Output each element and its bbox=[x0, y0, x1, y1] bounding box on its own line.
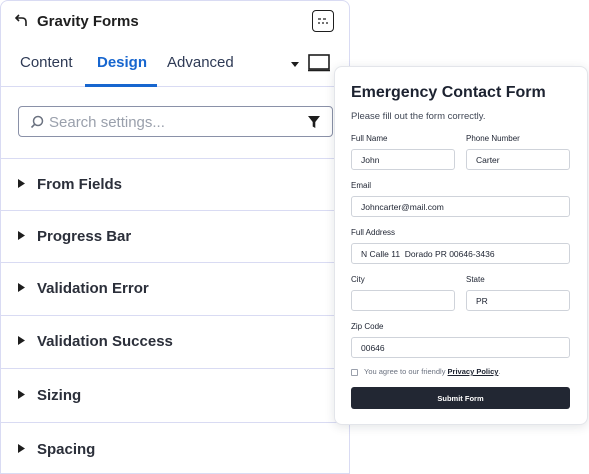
caret-right-icon bbox=[18, 336, 25, 345]
accordion-label: Validation Success bbox=[37, 333, 173, 350]
phone-input[interactable] bbox=[466, 149, 570, 170]
email-input[interactable] bbox=[351, 196, 570, 217]
caret-right-icon bbox=[18, 179, 25, 188]
address-label: Full Address bbox=[351, 228, 396, 237]
panel-tabs: Content Design Advanced bbox=[1, 45, 349, 87]
sliders-icon bbox=[318, 18, 328, 24]
consent-suffix: . bbox=[498, 367, 501, 376]
privacy-policy-link[interactable]: Privacy Policy bbox=[448, 367, 499, 376]
tab-advanced[interactable]: Advanced bbox=[167, 54, 234, 71]
active-tab-indicator bbox=[85, 84, 157, 87]
search-icon bbox=[30, 115, 44, 129]
zip-label: Zip Code bbox=[351, 322, 384, 331]
settings-panel: Gravity Forms Content Design Advanced Se… bbox=[0, 0, 350, 474]
address-input[interactable] bbox=[351, 243, 570, 264]
search-input[interactable] bbox=[49, 111, 294, 133]
search-box[interactable] bbox=[18, 106, 333, 137]
caret-right-icon bbox=[18, 390, 25, 399]
full-name-label: Full Name bbox=[351, 134, 388, 143]
state-input[interactable] bbox=[466, 290, 570, 311]
submit-form-button[interactable]: Submit Form bbox=[351, 387, 570, 409]
form-title: Emergency Contact Form bbox=[351, 84, 546, 101]
panel-header: Gravity Forms bbox=[1, 1, 349, 41]
caret-right-icon bbox=[18, 231, 25, 240]
phone-label: Phone Number bbox=[466, 134, 520, 143]
form-preview-card: Emergency Contact Form Please fill out t… bbox=[334, 66, 588, 425]
accordion-label: Progress Bar bbox=[37, 228, 132, 245]
consent-checkbox[interactable] bbox=[351, 369, 358, 376]
accordion-validation-error[interactable]: Validation Error bbox=[1, 263, 349, 316]
city-input[interactable] bbox=[351, 290, 455, 311]
accordion-sizing[interactable]: Sizing bbox=[1, 369, 349, 423]
panel-title: Gravity Forms bbox=[37, 13, 139, 30]
email-label: Email bbox=[351, 181, 372, 190]
accordion-from-fields[interactable]: From Fields bbox=[1, 159, 349, 211]
accordion-label: Spacing bbox=[37, 441, 96, 458]
search-area bbox=[1, 88, 349, 159]
zip-input[interactable] bbox=[351, 337, 570, 358]
caret-right-icon bbox=[18, 283, 25, 292]
caret-down-icon[interactable] bbox=[290, 59, 300, 69]
accordion-validation-success[interactable]: Validation Success bbox=[1, 316, 349, 369]
accordion-label: From Fields bbox=[37, 176, 123, 193]
form-description: Please fill out the form correctly. bbox=[351, 111, 486, 122]
full-name-input[interactable] bbox=[351, 149, 455, 170]
accordion-progress-bar[interactable]: Progress Bar bbox=[1, 211, 349, 263]
state-label: State bbox=[466, 275, 485, 284]
consent-prefix: You agree to our friendly bbox=[364, 367, 446, 376]
caret-right-icon bbox=[18, 444, 25, 453]
consent-text: You agree to our friendly Privacy Policy… bbox=[364, 367, 501, 376]
tab-content[interactable]: Content bbox=[20, 54, 73, 71]
accordion-label: Validation Error bbox=[37, 280, 149, 297]
filter-icon[interactable] bbox=[307, 115, 321, 129]
accordion-label: Sizing bbox=[37, 387, 82, 404]
desktop-icon[interactable] bbox=[307, 54, 331, 72]
panel-toggle-button[interactable] bbox=[312, 10, 334, 32]
tab-design[interactable]: Design bbox=[97, 54, 147, 71]
back-arrow-icon[interactable] bbox=[15, 13, 29, 27]
city-label: City bbox=[351, 275, 365, 284]
accordion-spacing[interactable]: Spacing bbox=[1, 423, 349, 474]
